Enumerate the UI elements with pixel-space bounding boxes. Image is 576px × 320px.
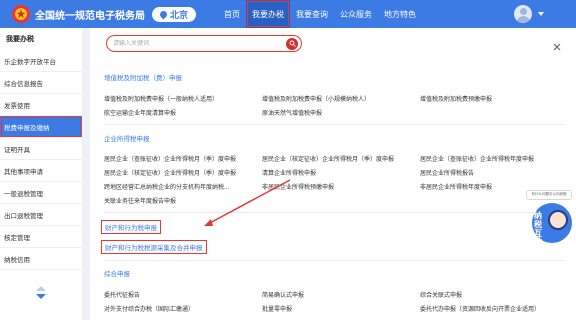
- section-title-vat: 增值税及附加税（费）申报: [104, 75, 182, 82]
- sidebar-item-refund[interactable]: 一般退税管理: [0, 182, 82, 204]
- avatar-icon[interactable]: [514, 5, 532, 23]
- section-title-general: 综合申报: [104, 271, 130, 278]
- list-row: 居民企业（核定征收）企业所得税月（季）度申报 清算企业所得税申报 居民企业所得税…: [104, 168, 574, 178]
- list-item[interactable]: 航空运输企业年度清算申报: [104, 108, 176, 117]
- list-item[interactable]: 跨地区经营汇总纳税企业的分支机构年度纳税...: [104, 182, 229, 191]
- section-title-cit: 企业所得税申报: [104, 136, 150, 143]
- tax-assistant[interactable]: 有什么问题可以问我哦 纳税互动: [524, 190, 574, 252]
- sidebar: 我要办税 乐企数字开放平台 综合信息报告 发票使用 税费申报及缴纳 证明开具 其…: [0, 28, 82, 320]
- list-item[interactable]: 批量零申报: [262, 304, 292, 313]
- nav-tax-handling[interactable]: 我要办税: [246, 0, 290, 28]
- nav-local-features[interactable]: 地方特色: [378, 0, 422, 28]
- nav-home[interactable]: 首页: [218, 0, 246, 28]
- list-item[interactable]: 居民企业（核定征收）企业所得税月（季）度申报: [262, 154, 394, 163]
- list-item[interactable]: 非居民企业所得税预缴申报: [262, 182, 334, 191]
- nav-public-service[interactable]: 公众服务: [334, 0, 378, 28]
- close-icon[interactable]: [552, 42, 562, 52]
- scroll-down-icon[interactable]: [36, 294, 46, 299]
- sidebar-item-export-refund[interactable]: 出口退税管理: [0, 204, 82, 226]
- list-row: 增值税及附加税费申报（一般纳税人适用） 增值税及附加税费申报（小规模纳税人） 增…: [104, 94, 574, 104]
- sidebar-item-other-apply[interactable]: 其他事项申请: [0, 160, 82, 182]
- list-row: 对外支付综合办税（国际汇缴通） 批量零申报 委托代办申报（资源回收反向开票企业适…: [104, 304, 574, 314]
- list-item[interactable]: 清算企业所得税申报: [262, 168, 316, 177]
- sidebar-item-invoice[interactable]: 发票使用: [0, 94, 82, 116]
- list-row: 居民企业（查账征收）企业所得税月（季）度申报 居民企业（核定征收）企业所得税月（…: [104, 154, 574, 164]
- search-input[interactable]: [113, 38, 278, 49]
- list-row: 关联业务往来年度报告申报: [104, 196, 574, 206]
- list-row: 委托代征报告 简易确认式申报 综合关联式申报: [104, 290, 574, 300]
- list-item[interactable]: 增值税及附加税费申报（小规模纳税人）: [262, 94, 370, 103]
- list-item[interactable]: 增值税及附加税费预缴申报: [420, 94, 492, 103]
- location-pin-icon: [158, 9, 169, 19]
- property-tax-declaration-link[interactable]: 财产和行为税申报: [101, 220, 161, 234]
- property-tax-merged-declaration-link[interactable]: 财产和行为税税源采集及合并申报: [101, 240, 207, 254]
- main-panel: 增值税及附加税（费）申报 增值税及附加税费申报（一般纳税人适用） 增值税及附加税…: [90, 28, 576, 320]
- list-item[interactable]: 原油天然气增值税申报: [262, 108, 322, 117]
- main-nav: 首页 我要办税 我要查询 公众服务 地方特色: [218, 0, 422, 28]
- list-item[interactable]: 居民企业（查账征收）企业所得税月（季）度申报: [104, 154, 236, 163]
- assistant-label: 纳税互动: [534, 211, 542, 247]
- sidebar-item-leqi-platform[interactable]: 乐企数字开放平台: [0, 50, 82, 72]
- assistant-bubble: 有什么问题可以问我哦: [526, 190, 572, 200]
- sidebar-item-tax-declaration[interactable]: 税费申报及缴纳: [0, 116, 82, 138]
- site-title: 全国统一规范电子税务局: [35, 10, 145, 22]
- list-item[interactable]: 综合关联式申报: [420, 290, 462, 299]
- divider: [104, 124, 564, 125]
- sidebar-title: 我要办税: [6, 36, 34, 43]
- sidebar-item-certificate[interactable]: 证明开具: [0, 138, 82, 160]
- search-icon: [289, 40, 296, 47]
- list-item[interactable]: 关联业务往来年度报告申报: [104, 196, 176, 205]
- top-navigation-bar: 全国统一规范电子税务局 北京 首页 我要办税 我要查询 公众服务 地方特色: [0, 0, 576, 28]
- search-box: [106, 35, 302, 52]
- nav-query[interactable]: 我要查询: [290, 0, 334, 28]
- list-item[interactable]: 简易确认式申报: [262, 290, 304, 299]
- chevron-down-icon[interactable]: [538, 12, 544, 16]
- list-item[interactable]: 增值税及附加税费申报（一般纳税人适用）: [104, 94, 218, 103]
- list-item[interactable]: 居民企业（查账征收）企业所得税年度申报: [420, 154, 534, 163]
- list-row: 航空运输企业年度清算申报 原油天然气增值税申报: [104, 108, 574, 118]
- region-label: 北京: [169, 9, 188, 20]
- assistant-face-icon: [548, 210, 568, 230]
- list-item[interactable]: 委托代办申报（资源回收反向开票企业适用）: [420, 304, 540, 313]
- list-item[interactable]: 非居民企业所得税年度申报: [420, 182, 492, 191]
- search-button[interactable]: [286, 37, 298, 50]
- sidebar-scroll: [36, 286, 46, 299]
- scroll-up-icon[interactable]: [36, 286, 46, 291]
- list-item[interactable]: 对外支付综合办税（国际汇缴通）: [104, 304, 194, 313]
- divider: [104, 212, 564, 213]
- divider: [104, 260, 564, 261]
- list-item[interactable]: 居民企业（核定征收）企业所得税月（季）度申报: [104, 168, 236, 177]
- list-row: 跨地区经营汇总纳税企业的分支机构年度纳税... 非居民企业所得税预缴申报 非居民…: [104, 182, 574, 192]
- sidebar-item-credit[interactable]: 纳税信用: [0, 248, 82, 270]
- list-item[interactable]: 居民企业所得税报告: [420, 168, 474, 177]
- sidebar-item-assessment[interactable]: 核定管理: [0, 226, 82, 248]
- sidebar-item-info-report[interactable]: 综合信息报告: [0, 72, 82, 94]
- region-selector[interactable]: 北京: [152, 6, 196, 22]
- list-item[interactable]: 委托代征报告: [104, 290, 140, 299]
- emblem-icon: [12, 5, 30, 23]
